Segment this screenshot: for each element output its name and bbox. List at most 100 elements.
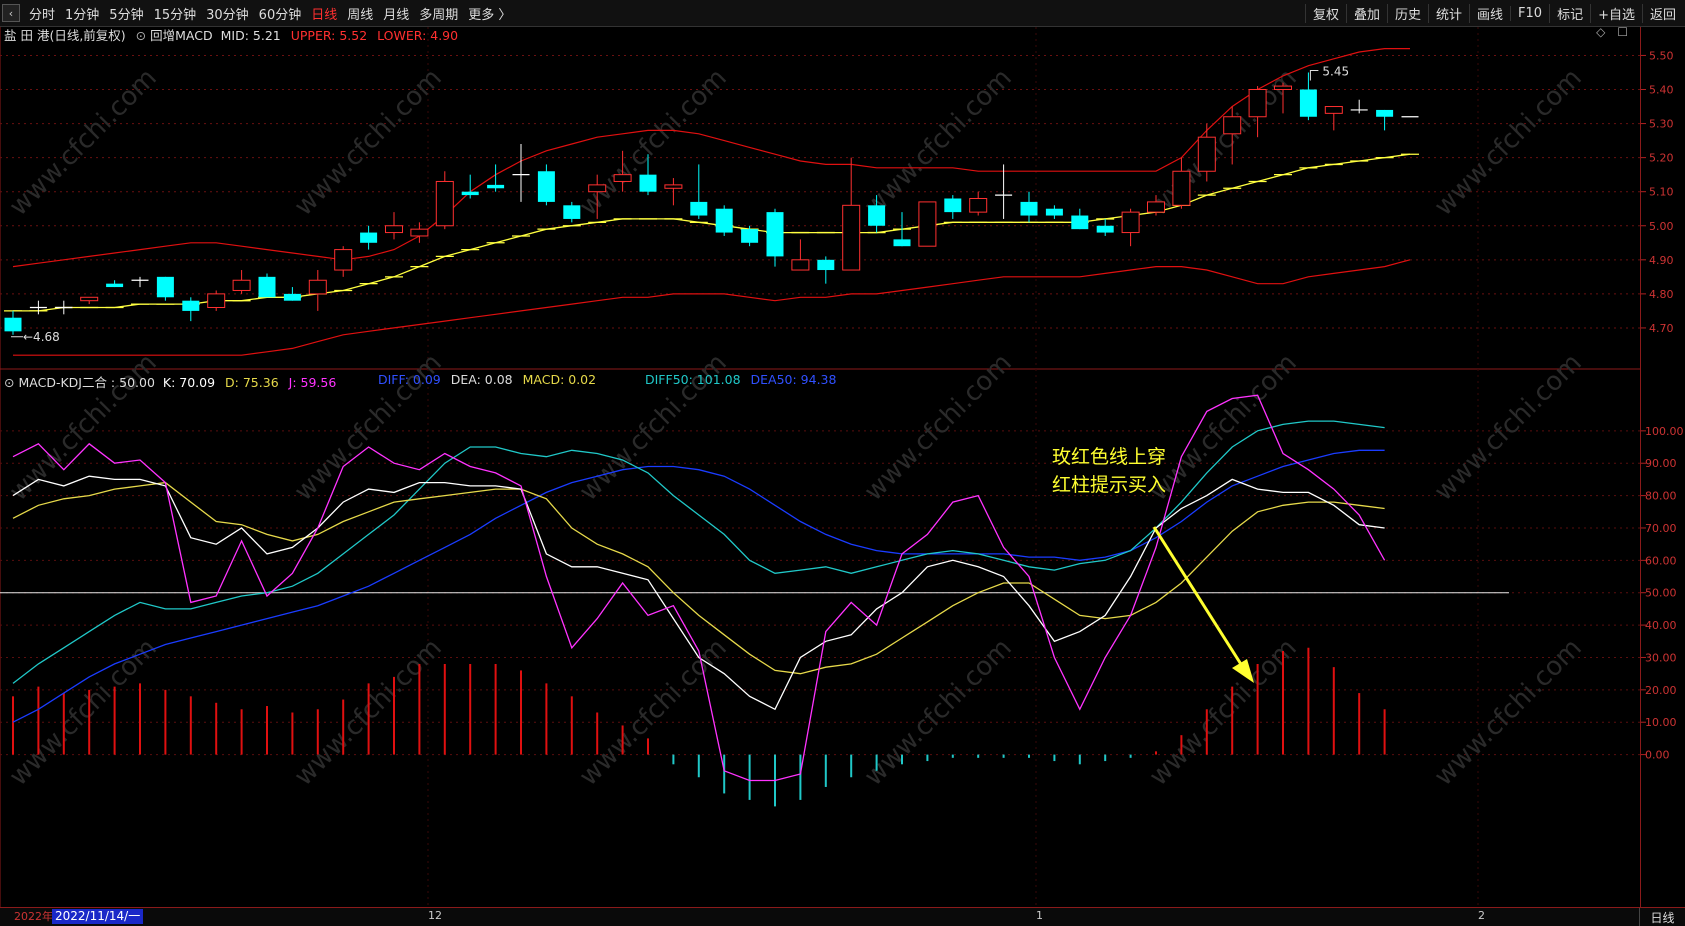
toolbar-button[interactable]: 标记	[1549, 3, 1590, 23]
candle-body	[868, 205, 886, 226]
price-tick-label: 5.10	[1649, 186, 1674, 199]
indicator-collapse-icon[interactable]: ⊙	[4, 375, 14, 390]
candle-body	[918, 201, 937, 247]
candle-body	[1248, 89, 1267, 118]
watermark-text: www.cfchi.com	[859, 633, 1018, 792]
indicator-tick-label: 80.00	[1645, 490, 1677, 503]
timeframe-tab[interactable]: 5分钟	[104, 4, 148, 23]
indicator-tick-label: 40.00	[1645, 619, 1677, 632]
indicator-tick-label: 20.00	[1645, 684, 1677, 697]
j-value: J: 59.56	[288, 375, 337, 390]
candle-body	[791, 259, 810, 271]
panel-menu-icon[interactable]: ☐	[1617, 25, 1628, 39]
candle-body	[461, 191, 479, 196]
candle-body	[1147, 201, 1165, 213]
indicator-tick-label: 70.00	[1645, 522, 1677, 535]
upper-value: UPPER: 5.52	[290, 28, 368, 43]
timeframe-tab[interactable]: 多周期	[414, 4, 463, 23]
watermark-text: www.cfchi.com	[1144, 633, 1303, 792]
candle-body	[308, 279, 327, 295]
candle-body	[1324, 106, 1343, 114]
watermark-text: www.cfchi.com	[1429, 348, 1588, 507]
price-tick-label: 4.90	[1649, 254, 1674, 267]
candle-body	[182, 300, 200, 311]
candle-body	[1045, 208, 1063, 216]
watermark-text: www.cfchi.com	[1429, 63, 1588, 222]
period-button[interactable]: 日线	[1639, 908, 1685, 926]
timeframe-tab[interactable]: 日线	[306, 4, 342, 23]
candle-body	[283, 293, 301, 301]
month-label-2: 2	[1478, 909, 1485, 922]
watermark-text: www.cfchi.com	[859, 348, 1018, 507]
toolbar-button[interactable]: +自选	[1590, 3, 1642, 23]
indicator-name[interactable]: 回增MACD	[150, 28, 212, 43]
macd-value: MACD: 0.02	[522, 372, 597, 387]
indicator-settings-icon[interactable]: ⊙	[136, 28, 146, 43]
d-value: D: 75.36	[225, 375, 279, 390]
candle-body	[258, 276, 276, 298]
candle-body	[639, 174, 657, 192]
price-panel-header: 盐 田 港(日线,前复权) ⊙ 回增MACD MID: 5.21 UPPER: …	[4, 25, 458, 44]
price-tick-label: 5.40	[1649, 84, 1674, 97]
k-value: K: 70.09	[162, 375, 216, 390]
kdj-name[interactable]: MACD-KDJ二合 : 50.00	[18, 375, 154, 390]
stock-title: 盐 田 港(日线,前复权)	[4, 28, 126, 43]
candle-body	[766, 212, 784, 257]
mid-value: MID: 5.21	[220, 28, 281, 43]
toolbar-right-buttons: 复权 叠加 历史 统计 画线 F10 标记 +自选 返回	[1304, 0, 1683, 26]
timeframe-bar: ‹ 分时 1分钟 5分钟 15分钟 30分钟 60分钟 日线 周线 月线 多周期 更多 〉	[0, 0, 516, 26]
indicator-tick-label: 30.00	[1645, 651, 1677, 664]
watermark-text: www.cfchi.com	[1429, 633, 1588, 792]
toolbar-button[interactable]: 叠加	[1345, 3, 1387, 23]
indicator-tick-label: 50.00	[1645, 587, 1677, 600]
annotation-line-2: 红柱提示买入	[1052, 474, 1167, 496]
high-marker	[1309, 69, 1319, 81]
candle-body	[664, 184, 683, 189]
candle-body	[1121, 211, 1140, 234]
candle-body	[385, 225, 403, 234]
month-label-1: 1	[1036, 909, 1043, 922]
toolbar-button[interactable]: 复权	[1304, 3, 1346, 23]
timeframe-tab[interactable]: 1分钟	[60, 4, 104, 23]
year-label: 2022年	[14, 910, 53, 923]
candle-body	[156, 276, 174, 298]
back-arrow-icon[interactable]: ‹	[2, 4, 20, 22]
timeframe-tab[interactable]: 分时	[24, 4, 60, 23]
toolbar-button[interactable]: 返回	[1641, 3, 1683, 23]
axis-svg: 4.70 4.80 4.90 5.00 5.10 5.20 5.30 5.40 5.50 0.00…	[1641, 49, 1684, 762]
expand-icon[interactable]: ◇	[1596, 25, 1605, 39]
candle-body	[80, 296, 99, 302]
toolbar-button[interactable]: 历史	[1386, 3, 1428, 23]
candle-body	[842, 204, 861, 271]
toolbar-button[interactable]: 统计	[1428, 3, 1469, 23]
low-price-label: ←4.68	[23, 330, 60, 344]
candle-body	[613, 174, 632, 182]
cursor-date: 2022/11/14/一	[52, 909, 144, 924]
timeframe-tab[interactable]: 30分钟	[201, 4, 254, 23]
indicator-tick-label: 10.00	[1645, 716, 1677, 729]
candle-body	[1020, 201, 1038, 216]
candle-body	[1223, 116, 1242, 135]
price-tick-label: 5.30	[1649, 118, 1674, 131]
toolbar-button[interactable]: 画线	[1469, 3, 1510, 23]
chart-svg: www.cfchi.com www.cfchi.com www.cfchi.com w…	[0, 27, 1640, 907]
timeframe-tab[interactable]: 更多 〉	[463, 4, 516, 23]
candle-body	[435, 180, 454, 227]
candle-body	[360, 232, 378, 243]
timeframe-tab[interactable]: 15分钟	[149, 4, 202, 23]
indicator-tick-label: 100.00	[1645, 425, 1684, 438]
timeframe-tab[interactable]: 60分钟	[254, 4, 307, 23]
candle-body	[588, 184, 607, 193]
diff50-values: DIFF50: 101.08 DEA50: 94.38	[645, 372, 836, 387]
candle-body	[537, 171, 555, 202]
toolbar-button[interactable]: F10	[1510, 5, 1549, 21]
candle-body	[1299, 89, 1317, 117]
timeframe-tab[interactable]: 月线	[378, 4, 414, 23]
candle-body	[1071, 215, 1089, 230]
timeframe-tab[interactable]: 周线	[342, 4, 378, 23]
annotation-text: 玫红色线上穿 红柱提示买入	[1052, 443, 1166, 499]
indicator-tick-label: 60.00	[1645, 554, 1677, 567]
price-tick-label: 5.20	[1649, 152, 1674, 165]
candle-body	[334, 249, 353, 271]
candle-body	[1197, 136, 1216, 172]
